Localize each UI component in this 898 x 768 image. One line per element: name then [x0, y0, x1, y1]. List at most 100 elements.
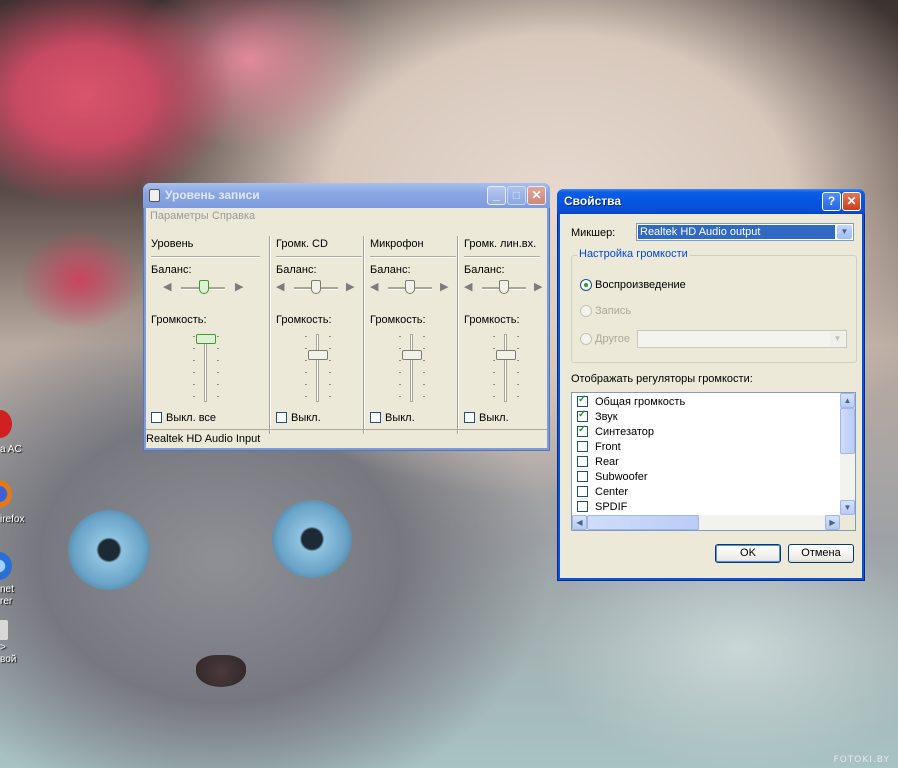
- volume-label: Громкость:: [151, 314, 207, 326]
- cat-right-eye: [272, 500, 352, 578]
- volume-label: Громкость:: [276, 314, 332, 326]
- menu-help[interactable]: Справка: [212, 210, 255, 222]
- chevron-down-icon[interactable]: ▼: [837, 225, 852, 239]
- desktop-icon-4-label[interactable]: > вой: [0, 642, 16, 666]
- close-button[interactable]: ✕: [527, 186, 546, 205]
- list-item-label: Звук: [595, 411, 618, 423]
- desktop-icon-1[interactable]: [0, 410, 12, 438]
- other-device-dropdown: ▼: [637, 330, 847, 348]
- menu-parameters[interactable]: Параметры: [150, 210, 209, 222]
- title-divider: [276, 256, 362, 257]
- scroll-right-button[interactable]: ▶: [825, 515, 840, 530]
- mute-checkbox[interactable]: [276, 412, 287, 423]
- mute-checkbox[interactable]: [464, 412, 475, 423]
- mixer-column-cd: Громк. CD Баланс: ◀ ▶ Громкость: Выкл.: [276, 230, 368, 436]
- volume-slider[interactable]: [496, 350, 516, 360]
- balance-label: Баланс:: [464, 264, 505, 276]
- list-item-label: Синтезатор: [595, 426, 655, 438]
- list-item-checkbox[interactable]: [577, 471, 588, 482]
- scroll-corner: [840, 515, 855, 530]
- mute-label[interactable]: Выкл.: [479, 412, 509, 424]
- column-separator: [363, 236, 364, 434]
- scroll-thumb[interactable]: [587, 515, 699, 530]
- balance-slider[interactable]: [405, 280, 415, 294]
- volume-label: Громкость:: [464, 314, 520, 326]
- titlebar[interactable]: Свойства ? ✕: [557, 189, 865, 214]
- watermark: FOTOKI.BY: [833, 755, 890, 765]
- column-title: Громк. лин.вх.: [464, 238, 537, 250]
- speaker-left-icon: ◀: [163, 281, 172, 293]
- balance-slider[interactable]: [199, 280, 209, 294]
- vertical-scrollbar[interactable]: ▲ ▼: [840, 393, 855, 515]
- speaker-right-icon: ▶: [346, 281, 355, 293]
- window-client: Параметры Справка Уровень Баланс: ◀ ▶ Гр…: [146, 208, 547, 448]
- radio-playback-label[interactable]: Воспроизведение: [595, 279, 686, 291]
- list-item-checkbox[interactable]: [577, 394, 588, 407]
- list-item-checkbox[interactable]: [577, 486, 588, 497]
- column-separator: [457, 236, 458, 434]
- list-item-label: SPDIF: [595, 501, 628, 513]
- volume-settings-group: Настройка громкости Воспроизведение Запи…: [571, 248, 857, 363]
- titlebar[interactable]: Уровень записи _ □ ✕: [143, 183, 550, 208]
- mute-label[interactable]: Выкл.: [291, 412, 321, 424]
- scroll-thumb[interactable]: [840, 408, 855, 454]
- radio-recording: [580, 305, 592, 317]
- cancel-button[interactable]: Отмена: [788, 544, 854, 563]
- speaker-left-icon: ◀: [370, 281, 379, 293]
- chevron-down-icon: ▼: [830, 332, 845, 346]
- list-item-checkbox[interactable]: [577, 441, 588, 452]
- balance-slider[interactable]: [311, 280, 321, 294]
- minimize-button[interactable]: _: [487, 186, 506, 205]
- list-title: Отображать регуляторы громкости:: [571, 373, 753, 385]
- mixer-dropdown[interactable]: Realtek HD Audio output ▼: [636, 223, 854, 241]
- firefox-icon-label[interactable]: irefox: [0, 514, 24, 525]
- list-item-checkbox[interactable]: [577, 424, 588, 437]
- list-item-label: Center: [595, 486, 629, 498]
- properties-window: Свойства ? ✕ Микшер: Realtek HD Audio ou…: [557, 189, 865, 581]
- column-title: Громк. CD: [276, 238, 328, 250]
- volume-slider[interactable]: [402, 350, 422, 360]
- volume-slider[interactable]: [308, 350, 328, 360]
- list-item-checkbox[interactable]: [577, 409, 588, 422]
- speaker-app-icon: [149, 189, 160, 202]
- balance-slider[interactable]: [499, 280, 509, 294]
- mixer-column-line-in: Громк. лин.вх. Баланс: ◀ ▶ Громкость: Вы…: [464, 230, 546, 436]
- column-title: Микрофон: [370, 238, 424, 250]
- title-divider: [464, 256, 540, 257]
- desktop-icon-4[interactable]: [0, 620, 8, 640]
- internet-explorer-icon-label[interactable]: net rer: [0, 584, 14, 608]
- list-item-checkbox[interactable]: [577, 456, 588, 467]
- horizontal-scrollbar[interactable]: ◀ ▶: [572, 515, 840, 530]
- volume-track: [316, 334, 319, 402]
- speaker-left-icon: ◀: [464, 281, 473, 293]
- list-item-label: Front: [595, 441, 621, 453]
- mute-all-label[interactable]: Выкл. все: [166, 412, 216, 424]
- cat-left-eye: [68, 510, 150, 590]
- scroll-up-button[interactable]: ▲: [840, 393, 855, 408]
- list-item-label: Общая громкость: [595, 396, 686, 408]
- status-text: Realtek HD Audio Input: [146, 433, 261, 445]
- mute-all-checkbox[interactable]: [151, 412, 162, 423]
- radio-playback[interactable]: [580, 279, 592, 291]
- balance-label: Баланс:: [276, 264, 317, 276]
- mute-checkbox[interactable]: [370, 412, 381, 423]
- speaker-right-icon: ▶: [534, 281, 543, 293]
- internet-explorer-icon[interactable]: [0, 552, 12, 580]
- ok-button[interactable]: OK: [715, 544, 781, 563]
- statusbar: Realtek HD Audio Input: [146, 429, 547, 448]
- list-item-checkbox[interactable]: [577, 501, 588, 512]
- desktop-icon-1-label[interactable]: a AC: [0, 444, 22, 455]
- close-button[interactable]: ✕: [842, 192, 861, 211]
- help-button[interactable]: ?: [822, 192, 841, 211]
- speaker-right-icon: ▶: [235, 281, 244, 293]
- mute-label[interactable]: Выкл.: [385, 412, 415, 424]
- title-divider: [370, 256, 456, 257]
- radio-recording-label: Запись: [595, 305, 632, 317]
- volume-controls-list[interactable]: Общая громкость Звук Синтезатор Front Re…: [571, 392, 856, 531]
- scroll-left-button[interactable]: ◀: [572, 515, 587, 530]
- scroll-down-button[interactable]: ▼: [840, 500, 855, 515]
- volume-slider[interactable]: [196, 334, 216, 344]
- window-title: Уровень записи: [165, 188, 260, 202]
- firefox-icon[interactable]: [0, 480, 12, 508]
- group-title: Настройка громкости: [577, 248, 690, 260]
